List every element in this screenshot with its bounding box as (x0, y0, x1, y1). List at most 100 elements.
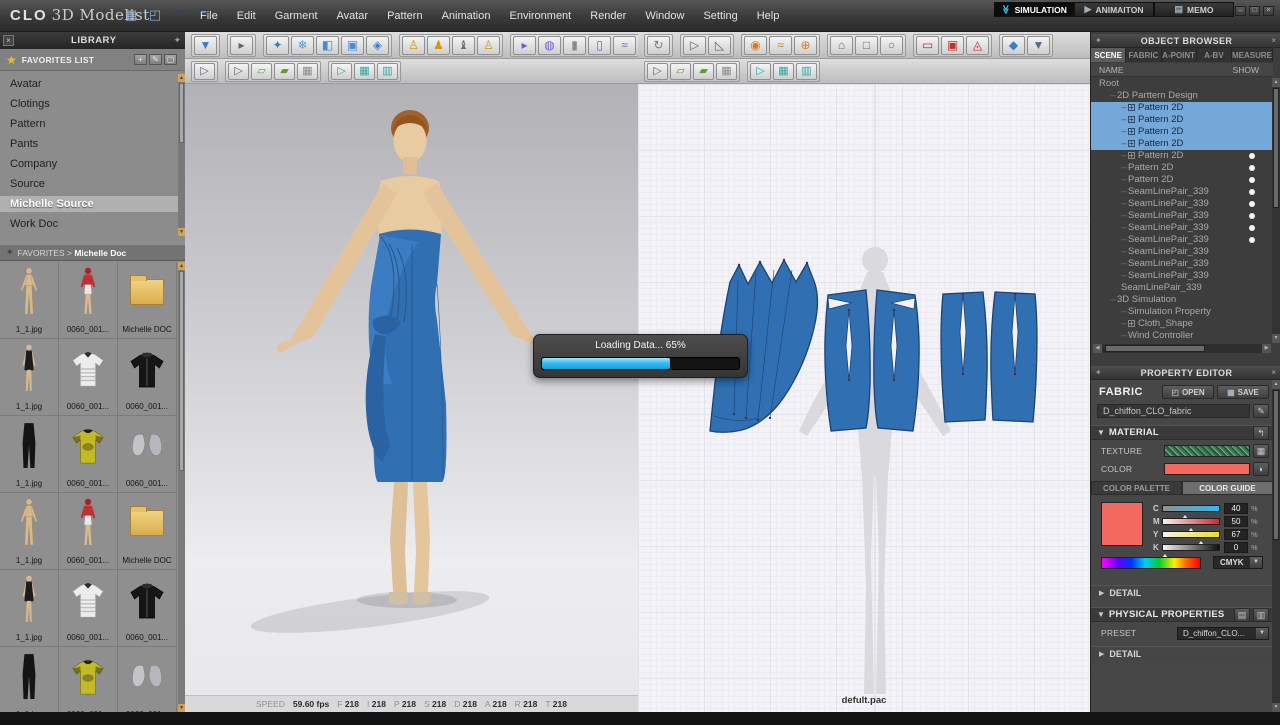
object-browser-close-icon[interactable]: × (1271, 36, 1276, 45)
memo-button[interactable]: ▤ MEMO (1154, 2, 1234, 17)
menu-help[interactable]: Help (757, 10, 780, 22)
fabric-open-button[interactable]: ◰ OPEN (1162, 385, 1214, 399)
library-item-dress[interactable]: 1_1.jpg (0, 570, 59, 647)
library-item-jacket[interactable]: 0060_001... (118, 339, 177, 416)
library-item-pads[interactable]: 0060_001... (118, 647, 177, 712)
slider-track-c[interactable] (1162, 504, 1220, 519)
tree-item-simulation-property[interactable]: --- Simulation Property (1091, 306, 1273, 318)
library-close-icon[interactable]: × (3, 35, 14, 46)
menu-garment[interactable]: Garment (275, 10, 318, 22)
link-pattern-2d-icon[interactable]: ▦ (716, 62, 737, 80)
menu-window[interactable]: Window (645, 10, 684, 22)
close-button[interactable]: × (1263, 6, 1274, 16)
menu-render[interactable]: Render (590, 10, 626, 22)
menu-environment[interactable]: Environment (509, 10, 571, 22)
visibility-dot-icon[interactable] (1249, 153, 1255, 159)
add-point-icon[interactable]: ⊕ (794, 35, 817, 55)
sidebar-item-clotings[interactable]: Clotings (0, 96, 178, 112)
visibility-dot-icon[interactable] (1249, 189, 1255, 195)
menu-pattern[interactable]: Pattern (387, 10, 422, 22)
select-texture-2d-icon[interactable]: ▷ (750, 62, 771, 80)
avatar-sit-icon[interactable]: ♙ (477, 35, 500, 55)
object-browser-pin-icon[interactable]: ✦ (1095, 36, 1102, 45)
rainbow-spectrum-bar[interactable] (1101, 557, 1201, 569)
tree-item-seamlinepair_339[interactable]: --- SeamLinePair_339 (1091, 210, 1273, 222)
library-item-polo[interactable]: 0060_001... (59, 570, 118, 647)
edit-curve-icon[interactable]: ≈ (769, 35, 792, 55)
tab-a-bv[interactable]: A-BV (1196, 48, 1232, 62)
sidebar-item-source[interactable]: Source (0, 176, 178, 192)
fabric-name-field[interactable]: D_chiffon_CLO_fabric (1097, 404, 1250, 418)
tab-a-point[interactable]: A-POINT (1161, 48, 1197, 62)
expand-plus-icon[interactable] (1128, 318, 1135, 330)
library-item-pants[interactable]: 1_1.jpg (0, 647, 59, 712)
thumbnail-scrollbar[interactable]: ▲ ▼ (178, 262, 185, 712)
select-pattern-icon[interactable]: ▷ (228, 62, 249, 80)
rectangle-tool-icon[interactable]: □ (855, 35, 878, 55)
canvas-3d[interactable] (185, 84, 638, 695)
pin-tape-icon[interactable]: ▯ (588, 35, 611, 55)
flatten-pattern-icon[interactable]: ▰ (274, 62, 295, 80)
visibility-dot-icon[interactable] (1249, 225, 1255, 231)
preset-dropdown[interactable]: D_chiffon_CLO... ▼ (1177, 626, 1269, 640)
tab-fabric[interactable]: FABRIC (1126, 48, 1162, 62)
sidebar-item-pattern[interactable]: Pattern (0, 116, 178, 132)
sidebar-item-michelle-source[interactable]: Michelle Source (0, 196, 178, 212)
menu-file[interactable]: File (200, 10, 218, 22)
tree-item-wind-controller[interactable]: --- Wind Controller (1091, 330, 1273, 342)
tree-item-root[interactable]: Root (1091, 78, 1273, 90)
garment-shirt-icon[interactable]: ◈ (366, 35, 389, 55)
library-item-jacket[interactable]: 0060_001... (118, 570, 177, 647)
dart-tool-icon[interactable]: ▭ (916, 35, 939, 55)
tab-color-guide[interactable]: COLOR GUIDE (1182, 481, 1273, 495)
library-item-polo[interactable]: 0060_001... (59, 339, 118, 416)
tree-item-seamlinepair_339[interactable]: --- SeamLinePair_339 (1091, 246, 1273, 258)
animation-button[interactable]: ▶ ANIMAITON (1074, 2, 1154, 17)
menu-animation[interactable]: Animation (442, 10, 491, 22)
avatar-walk-icon[interactable]: ♙ (402, 35, 425, 55)
library-item-tee[interactable]: 0060_001... (59, 647, 118, 712)
tree-item-seamlinepair_339[interactable]: --- SeamLinePair_339 (1091, 186, 1273, 198)
import-arrow-icon[interactable]: ▼ (194, 35, 217, 55)
visibility-dot-icon[interactable] (1249, 165, 1255, 171)
undo-icon[interactable]: ↶ (170, 6, 188, 24)
expand-plus-icon[interactable] (1128, 102, 1135, 114)
library-item-football[interactable]: 0060_001... (59, 493, 118, 570)
avatar-tape-icon[interactable]: ▮ (563, 35, 586, 55)
tree-item-seamlinepair_339[interactable]: --- SeamLinePair_339 (1091, 234, 1273, 246)
seam-tool-icon[interactable]: ◆ (1002, 35, 1025, 55)
select-tape-icon[interactable]: ▸ (513, 35, 536, 55)
tree-item-seamlinepair_339[interactable]: --- SeamLinePair_339 (1091, 222, 1273, 234)
tab-scene[interactable]: SCENE (1091, 48, 1127, 62)
avatar-pose-icon[interactable]: ♟ (427, 35, 450, 55)
value-k[interactable]: 0 (1224, 541, 1248, 553)
tree-item-seamlinepair_339[interactable]: --- SeamLinePair_339 (1091, 198, 1273, 210)
sidebar-item-company[interactable]: Company (0, 156, 178, 172)
edit-favorite-button[interactable]: ✎ (149, 54, 162, 65)
favorites-scrollbar[interactable]: ▲ ▼ (178, 74, 185, 236)
select-garment-icon[interactable]: ▸ (230, 35, 253, 55)
library-item-folder[interactable]: Michelle DOC (118, 493, 177, 570)
ellipse-tape-icon[interactable]: ◍ (538, 35, 561, 55)
slider-track-k[interactable] (1162, 543, 1220, 558)
property-editor-scrollbar[interactable]: ▲ ▼ (1272, 380, 1280, 712)
expand-plus-icon[interactable] (1128, 150, 1135, 162)
texture-browse-icon[interactable]: ▦ (1253, 444, 1269, 458)
menu-edit[interactable]: Edit (237, 10, 256, 22)
rect-dart-icon[interactable]: ▣ (941, 35, 964, 55)
circle-tool-icon[interactable]: ○ (880, 35, 903, 55)
tree-item-3d-simulation[interactable]: --- 3D Simulation (1091, 294, 1273, 306)
library-item-tee[interactable]: 0060_001... (59, 416, 118, 493)
library-item-football[interactable]: 0060_001... (59, 262, 118, 339)
visibility-dot-icon[interactable] (1249, 237, 1255, 243)
tree-item-pattern-2d[interactable]: --- Pattern 2D (1091, 138, 1273, 150)
menu-avatar[interactable]: Avatar (337, 10, 369, 22)
physical-collapse-icon[interactable]: ▼ (1097, 610, 1105, 619)
select-texture-icon[interactable]: ▷ (331, 62, 352, 80)
color-mode-dropdown[interactable]: CMYK ▼ (1213, 556, 1263, 569)
visibility-dot-icon[interactable] (1249, 213, 1255, 219)
flatten-pattern-2d-icon[interactable]: ▰ (693, 62, 714, 80)
value-y[interactable]: 67 (1224, 528, 1248, 540)
quilt-icon[interactable]: ▣ (341, 35, 364, 55)
transform-pattern-icon[interactable]: ▷ (683, 35, 706, 55)
